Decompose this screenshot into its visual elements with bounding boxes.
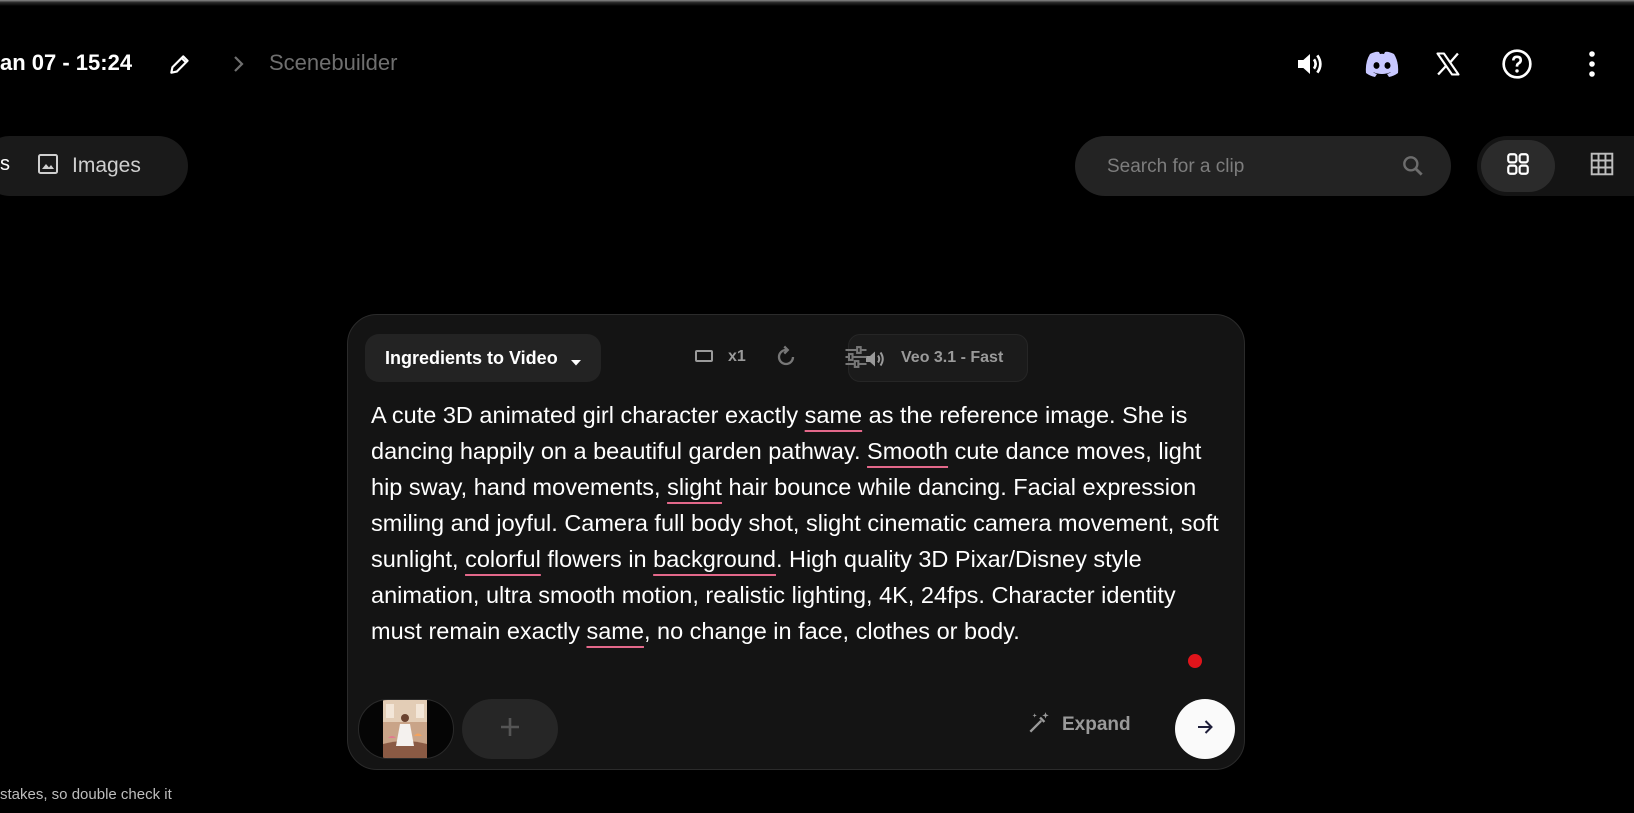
- prompt-text[interactable]: A cute 3D animated girl character exactl…: [371, 397, 1223, 687]
- output-count[interactable]: x1: [728, 348, 746, 366]
- arrow-right-icon: [1193, 715, 1217, 744]
- grid-large-view-button[interactable]: [1481, 140, 1555, 192]
- model-settings-button[interactable]: Veo 3.1 - Fast: [848, 334, 1028, 382]
- more-vert-icon[interactable]: [1574, 46, 1610, 82]
- magic-wand-icon: [1026, 710, 1052, 741]
- prompt-segment: flowers in: [540, 546, 654, 572]
- image-icon: [36, 152, 60, 181]
- reference-image: [383, 700, 427, 758]
- caret-down-icon: [570, 354, 582, 366]
- search-icon[interactable]: [1400, 153, 1426, 179]
- flagged-word[interactable]: slight: [667, 474, 722, 500]
- flagged-word[interactable]: colorful: [465, 546, 541, 572]
- expand-label: Expand: [1062, 714, 1131, 735]
- edit-icon[interactable]: [167, 51, 193, 77]
- tab-clips-partial-label[interactable]: s: [0, 153, 10, 176]
- grid-small-view-button[interactable]: [1576, 140, 1628, 192]
- flagged-word[interactable]: same: [586, 618, 643, 644]
- mode-dropdown[interactable]: Ingredients to Video: [365, 334, 601, 382]
- media-type-tabs: s Images: [0, 136, 188, 196]
- app-header: an 07 - 15:24 Scenebuilder: [0, 38, 1634, 90]
- disclaimer-text: stakes, so double check it: [0, 786, 172, 803]
- search-bar: [1075, 136, 1451, 196]
- tab-images[interactable]: Images: [36, 146, 141, 186]
- tune-icon[interactable]: [842, 343, 870, 371]
- tab-images-label: Images: [72, 154, 141, 177]
- search-input[interactable]: [1105, 150, 1399, 184]
- refresh-icon[interactable]: [772, 343, 800, 371]
- expand-button[interactable]: Expand: [1026, 703, 1136, 747]
- flagged-word[interactable]: background: [653, 546, 776, 572]
- discord-icon[interactable]: [1362, 46, 1402, 82]
- flagged-word[interactable]: same: [805, 402, 862, 428]
- add-ingredient-button[interactable]: [462, 699, 558, 759]
- prompt-composer: Ingredients to Video Veo 3.1 - Fast x1 A…: [347, 314, 1245, 770]
- window-top-edge: [0, 0, 1634, 6]
- project-title: an 07 - 15:24: [0, 50, 133, 75]
- flagged-word[interactable]: Smooth: [867, 438, 948, 464]
- model-label: Veo 3.1 - Fast: [901, 349, 1004, 366]
- plus-icon: [498, 715, 522, 744]
- aspect-ratio-icon[interactable]: [695, 349, 713, 362]
- record-indicator: [1188, 654, 1202, 668]
- help-icon[interactable]: [1499, 46, 1535, 82]
- prompt-segment: , no change in face, clothes or body.: [643, 618, 1020, 644]
- grid-small-icon: [1589, 151, 1615, 182]
- breadcrumb-current[interactable]: Scenebuilder: [269, 50, 397, 76]
- send-button[interactable]: [1175, 699, 1235, 759]
- prompt-segment: A cute 3D animated girl character exactl…: [371, 402, 805, 428]
- grid-large-icon: [1505, 151, 1531, 182]
- mode-label: Ingredients to Video: [385, 348, 558, 368]
- reference-image-thumbnail[interactable]: [358, 699, 454, 759]
- chevron-right-icon: [226, 52, 250, 76]
- x-logo-icon[interactable]: [1430, 46, 1466, 82]
- volume-icon[interactable]: [1292, 46, 1328, 82]
